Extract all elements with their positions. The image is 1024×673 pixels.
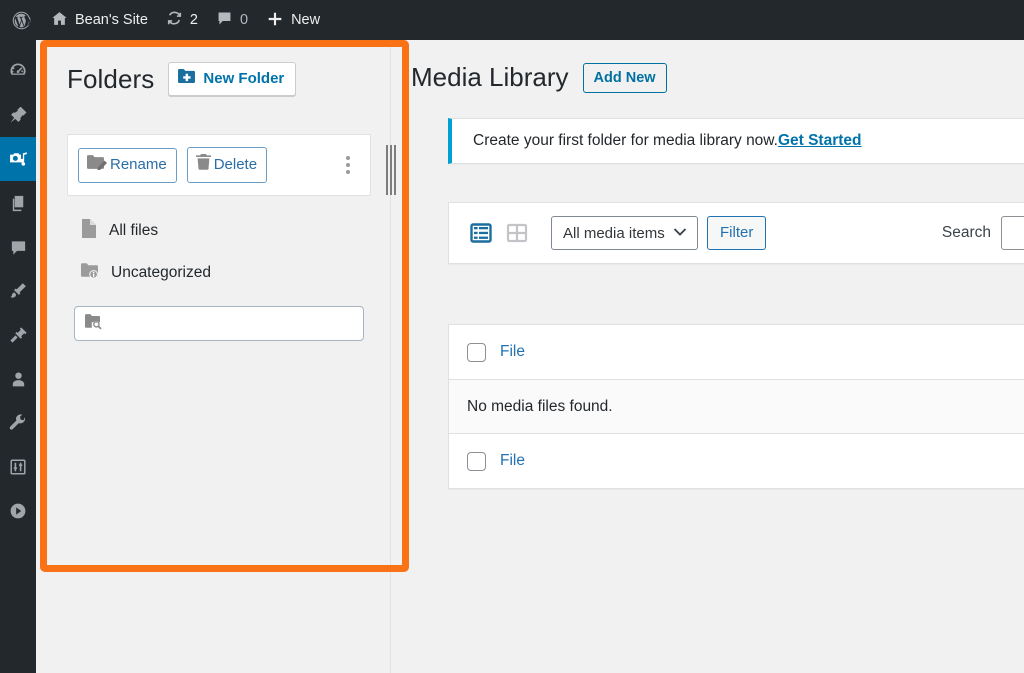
new-content-label: New [291,12,321,28]
media-filter-select[interactable]: All media items [551,216,698,250]
folders-panel: Folders New Folder Rename Delete All fil… [47,46,396,580]
folder-item-all-files[interactable]: All files [67,210,371,252]
sidebar-item-settings[interactable] [0,445,36,489]
table-footer-row: File Author [449,433,1024,488]
plus-icon [266,10,284,31]
updates-count: 2 [189,12,198,28]
folder-item-label: All files [109,222,159,239]
sidebar-item-collapse-menu[interactable] [0,489,36,533]
folder-item-label: Uncategorized [111,264,211,281]
sidebar-item-dashboard[interactable] [0,49,36,93]
delete-folder-label: Delete [213,156,258,173]
sliders-icon [8,457,28,477]
site-name-label: Bean's Site [75,12,148,28]
plug-icon [8,325,28,345]
folder-search-box[interactable] [74,306,364,341]
notice-text: Create your first folder for media libra… [473,132,778,149]
add-new-media-button[interactable]: Add New [582,62,667,93]
new-folder-button[interactable]: New Folder [168,62,297,96]
admin-bar: Bean's Site 2 0 New [0,0,1024,40]
sidebar-item-media[interactable] [0,137,44,181]
wordpress-logo-button[interactable] [0,0,42,40]
media-toolbar: All media items Filter Search [448,202,1024,264]
document-icon [80,218,98,244]
comments-menu[interactable]: 0 [207,0,257,40]
trash-icon [195,153,212,177]
dashboard-icon [8,61,28,81]
sidebar-item-comments[interactable] [0,225,36,269]
folder-search-icon [84,313,105,335]
folder-list: All files Uncategorized [67,210,371,341]
view-switch [467,219,531,247]
folder-info-icon [80,262,100,285]
empty-state-row: No media files found. [449,380,1024,433]
table-header-row: File Author [449,325,1024,380]
list-view-icon[interactable] [467,219,495,247]
folder-search-input[interactable] [111,308,354,339]
new-folder-label: New Folder [203,70,285,87]
sidebar-item-tools[interactable] [0,401,36,445]
select-all-checkbox-top[interactable] [467,342,486,362]
folders-toolbar: Rename Delete [68,135,370,195]
wordpress-logo-icon [11,10,32,31]
media-library-header: Media Library Add New [391,40,1024,93]
folder-plus-icon [177,68,196,90]
sidebar-item-plugins[interactable] [0,313,36,357]
media-library-panel: Media Library Add New Create your first … [391,40,1024,673]
sidebar-item-posts[interactable] [0,93,36,137]
create-folder-notice: Create your first folder for media libra… [448,118,1024,164]
admin-menu [0,40,44,673]
folders-title: Folders [67,63,155,94]
media-table: File Author No media files found. File A… [448,324,1024,489]
comments-count: 0 [239,12,249,28]
folder-search-wrap [67,294,371,341]
media-filter-select-wrap: All media items [551,216,698,250]
pin-icon [8,105,28,125]
media-camera-music-icon [8,149,29,170]
comment-bubble-icon [9,238,28,257]
wrench-icon [8,413,28,433]
folders-header: Folders New Folder [47,46,390,104]
wordpress-admin-screen: Bean's Site 2 0 New Folders New Folder R… [0,0,1024,673]
filter-button[interactable]: Filter [707,216,767,250]
folder-item-uncategorized[interactable]: Uncategorized [67,252,371,294]
folder-pencil-icon [86,154,108,177]
home-icon [51,10,68,30]
page-title: Media Library [411,62,569,92]
column-footer-file[interactable]: File [500,452,525,470]
rename-folder-button[interactable]: Rename [78,147,177,183]
admin-content: Folders New Folder Rename Delete All fil… [36,40,1024,673]
play-circle-icon [8,501,28,521]
user-icon [9,370,28,389]
column-header-file[interactable]: File [500,343,525,361]
delete-folder-button[interactable]: Delete [186,147,268,183]
comment-bubble-icon [216,10,233,30]
select-all-checkbox-bottom[interactable] [467,451,486,471]
search-input[interactable] [1001,216,1024,250]
updates-icon [166,10,183,30]
get-started-link[interactable]: Get Started [778,132,862,150]
sidebar-item-pages[interactable] [0,181,36,225]
new-content-menu[interactable]: New [257,0,329,40]
sidebar-item-users[interactable] [0,357,36,401]
sidebar-item-appearance[interactable] [0,269,36,313]
site-name-menu[interactable]: Bean's Site [42,0,157,40]
search-area: Search [942,216,1024,250]
folders-card: Rename Delete [67,134,371,196]
grid-view-icon[interactable] [503,219,531,247]
search-label: Search [941,224,991,241]
updates-menu[interactable]: 2 [157,0,207,40]
paintbrush-icon [8,281,28,301]
pages-icon [9,194,28,213]
kebab-menu-icon[interactable] [340,152,356,178]
rename-folder-label: Rename [110,156,167,173]
